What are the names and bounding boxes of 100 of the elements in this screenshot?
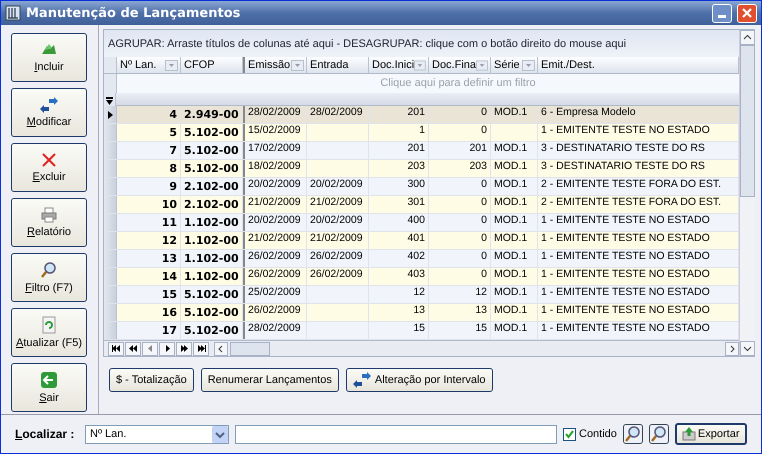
table-cell: 1.102-00 — [181, 268, 243, 286]
action-button[interactable]: $ - Totalização — [109, 368, 194, 392]
scroll-thumb[interactable] — [230, 342, 270, 356]
table-cell: 201 — [369, 106, 429, 124]
search-icon — [40, 261, 58, 279]
table-cell: 2.102-00 — [181, 178, 243, 196]
scroll-thumb[interactable] — [740, 45, 755, 197]
table-cell: 13 — [369, 304, 429, 322]
table-row[interactable]: 4 2.949-00 28/02/2009 28/02/2009 201 0 MOD.1 6 - Empresa Modelo — [104, 106, 739, 124]
table-cell: 1.102-00 — [181, 214, 243, 232]
toolbar-button[interactable]: Sair — [11, 363, 87, 412]
table-cell: 5.102-00 — [181, 160, 243, 178]
table-row[interactable]: 13 1.102-00 26/02/2009 26/02/2009 402 0 MOD.1 1 - EMITENTE TESTE NO ESTADO — [104, 250, 739, 268]
table-cell: 5.102-00 — [181, 322, 243, 340]
checkbox[interactable] — [563, 428, 576, 440]
search-button[interactable] — [622, 424, 643, 444]
table-cell: 1.102-00 — [181, 232, 243, 250]
navigation-button[interactable] — [193, 342, 209, 356]
table-cell: 21/02/2009 — [307, 196, 369, 214]
nav-arrow-icon — [180, 345, 188, 352]
column-header[interactable]: CFOP — [181, 57, 243, 73]
toolbar-button[interactable]: Incluir — [11, 33, 87, 82]
table-row[interactable]: 15 5.102-00 25/02/2009 12 12 MOD.1 1 - EMITENTE TESTE NO ESTADO — [104, 286, 739, 304]
table-cell: 301 — [369, 196, 429, 214]
table-cell: MOD.1 — [491, 250, 538, 268]
toolbar-button[interactable]: Excluir — [11, 143, 87, 192]
column-header[interactable]: Série — [491, 57, 538, 73]
table-row[interactable]: 12 1.102-00 21/02/2009 21/02/2009 401 0 MOD.1 1 - EMITENTE TESTE NO ESTADO — [104, 232, 739, 250]
table-row[interactable]: 16 5.102-00 26/02/2009 13 13 MOD.1 1 - EMITENTE TESTE NO ESTADO — [104, 304, 739, 322]
table-row[interactable]: 7 5.102-00 17/02/2009 201 201 MOD.1 3 - DESTINATARIO TESTE DO RS — [104, 142, 739, 160]
minimize-button[interactable] — [712, 4, 732, 22]
dropdown-icon[interactable] — [476, 60, 488, 71]
toolbar-button[interactable]: Filtro (F7) — [11, 253, 87, 302]
navigation-button[interactable] — [108, 342, 124, 356]
table-cell: 201 — [369, 142, 429, 160]
table-cell: MOD.1 — [491, 160, 538, 178]
scroll-down-icon[interactable] — [740, 341, 755, 356]
table-cell: 402 — [369, 250, 429, 268]
table-cell: MOD.1 — [491, 178, 538, 196]
table-cell: 12 — [117, 232, 181, 250]
vertical-scrollbar[interactable] — [739, 30, 755, 356]
row-indicator[interactable] — [104, 106, 117, 124]
close-button[interactable] — [737, 4, 757, 22]
nav-arrow-icon — [128, 345, 138, 352]
table-cell: 26/02/2009 — [307, 250, 369, 268]
table-cell: 5.102-00 — [181, 124, 243, 142]
table-cell: 7 — [117, 142, 181, 160]
navigation-button[interactable] — [125, 342, 141, 356]
table-cell: 0 — [429, 250, 491, 268]
table-cell: 14 — [117, 268, 181, 286]
action-button[interactable]: Alteração por Intervalo — [346, 368, 493, 392]
toolbar-button[interactable]: Modificar — [11, 88, 87, 137]
table-row[interactable]: 17 5.102-00 28/02/2009 15 15 MOD.1 1 - EMITENTE TESTE NO ESTADO — [104, 322, 739, 340]
navigation-button[interactable] — [176, 342, 192, 356]
table-cell: 13 — [117, 250, 181, 268]
table-row[interactable]: 10 2.102-00 21/02/2009 21/02/2009 301 0 MOD.1 2 - EMITENTE TESTE FORA DO EST. — [104, 196, 739, 214]
scroll-left-icon[interactable] — [214, 342, 228, 356]
dropdown-icon[interactable] — [291, 60, 304, 71]
table-row[interactable]: 11 1.102-00 20/02/2009 20/02/2009 400 0 MOD.1 1 - EMITENTE TESTE NO ESTADO — [104, 214, 739, 232]
table-cell: 15 — [429, 322, 491, 340]
dropdown-icon[interactable] — [414, 60, 426, 71]
table-cell: 11 — [117, 214, 181, 232]
table-row[interactable]: 9 2.102-00 20/02/2009 20/02/2009 300 0 MOD.1 2 - EMITENTE TESTE FORA DO EST. — [104, 178, 739, 196]
column-header[interactable]: Doc.Inici — [369, 57, 429, 73]
toolbar-button[interactable]: Relatório — [11, 198, 87, 247]
app-icon — [5, 5, 21, 21]
table-cell: 300 — [369, 178, 429, 196]
action-button[interactable]: Renumerar Lançamentos — [200, 368, 339, 392]
export-icon — [682, 427, 696, 441]
table-cell: 401 — [369, 232, 429, 250]
table-row[interactable]: 8 5.102-00 18/02/2009 203 203 MOD.1 3 - DESTINATARIO TESTE DO RS — [104, 160, 739, 178]
field-dropdown[interactable]: Nº Lan. — [85, 424, 229, 444]
search-field[interactable] — [235, 424, 557, 444]
column-header[interactable]: Entrada — [307, 57, 369, 73]
dropdown-icon[interactable] — [165, 60, 178, 71]
close-icon — [742, 8, 752, 18]
table-row[interactable]: 14 1.102-00 26/02/2009 26/02/2009 403 0 MOD.1 1 - EMITENTE TESTE NO ESTADO — [104, 268, 739, 286]
window-title: Manutenção de Lançamentos — [26, 6, 242, 20]
export-button[interactable]: Exportar — [674, 423, 746, 445]
table-cell: 4 — [117, 106, 181, 124]
horizontal-scrollbar[interactable] — [214, 342, 739, 356]
toolbar-button[interactable]: Atualizar (F5) — [11, 308, 87, 357]
column-header[interactable]: Nº Lan. — [117, 57, 181, 73]
table-cell: 5.102-00 — [181, 142, 243, 160]
table-cell: 15 — [117, 286, 181, 304]
table-row[interactable]: 5 5.102-00 15/02/2009 1 0 1 - EMITENTE TESTE NO ESTADO — [104, 124, 739, 142]
table-cell: 13 — [429, 304, 491, 322]
checkbox-label[interactable]: Contido — [579, 428, 617, 440]
table-cell: 9 — [117, 178, 181, 196]
scroll-up-icon[interactable] — [740, 30, 755, 45]
dropdown-icon[interactable] — [522, 60, 535, 71]
dropdown-icon[interactable] — [212, 426, 228, 442]
navigation-button[interactable] — [159, 342, 175, 356]
checkmark-icon — [565, 430, 574, 438]
scroll-right-icon[interactable] — [725, 342, 739, 356]
table-cell: 20/02/2009 — [307, 214, 369, 232]
search-next-button[interactable] — [648, 424, 669, 444]
column-header[interactable]: Doc.Fina — [429, 57, 491, 73]
table-cell: MOD.1 — [491, 286, 538, 304]
table-cell: MOD.1 — [491, 304, 538, 322]
